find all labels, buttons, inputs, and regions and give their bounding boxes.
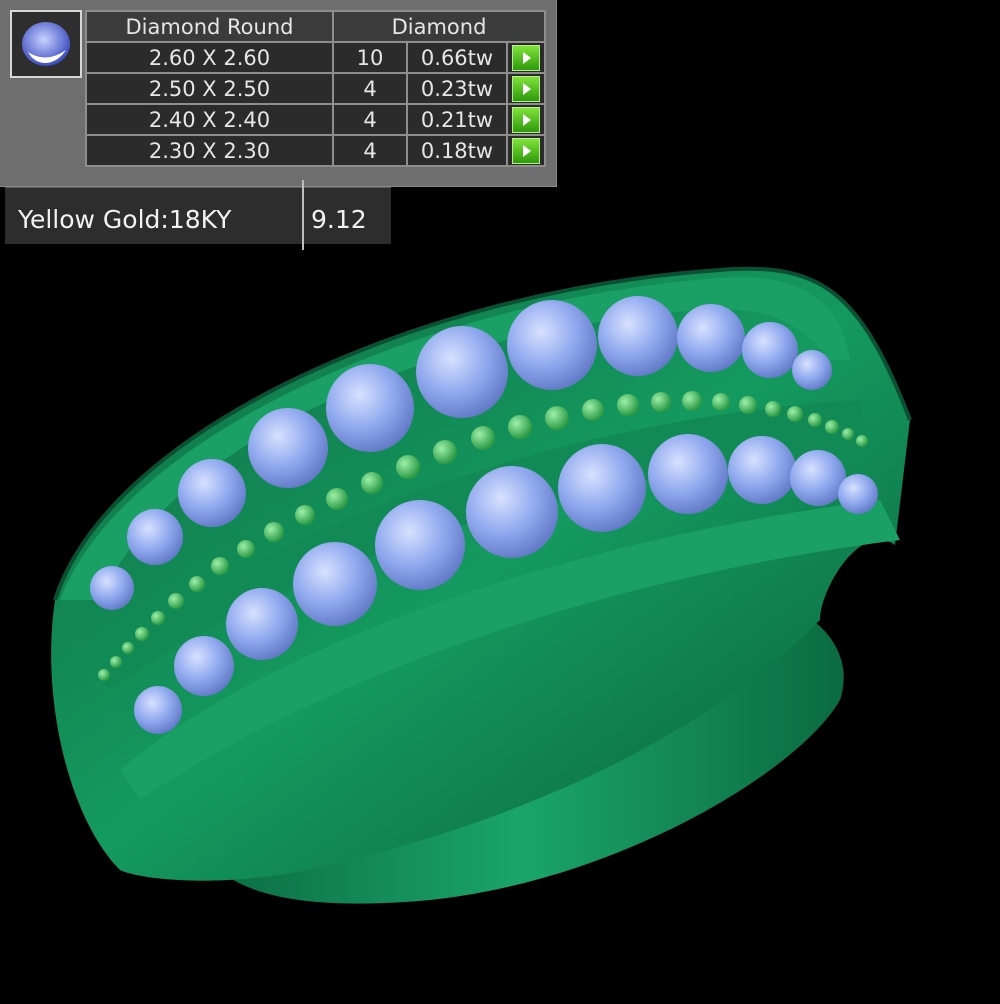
round-diamond-icon	[10, 10, 82, 78]
stone-count-cell: 4	[332, 103, 408, 136]
stone-count-cell: 4	[332, 72, 408, 105]
divider	[302, 180, 304, 250]
shape-header: Diamond Round	[85, 10, 334, 43]
metal-weight: 9.12	[311, 205, 367, 234]
metal-name: Yellow Gold:18KY	[18, 205, 232, 234]
stone-table: Diamond Round Diamond 2.60 X 2.60 10 0.6…	[85, 10, 546, 167]
stone-count-cell: 10	[332, 41, 408, 74]
stone-size-cell: 2.40 X 2.40	[85, 103, 334, 136]
play-arrow-icon[interactable]	[512, 106, 540, 133]
stone-size-cell: 2.50 X 2.50	[85, 72, 334, 105]
play-arrow-icon[interactable]	[512, 44, 540, 71]
table-row: 2.50 X 2.50 4 0.23tw	[85, 72, 546, 105]
stone-weight-cell: 0.21tw	[406, 103, 508, 136]
type-header: Diamond	[332, 10, 546, 43]
stone-size-cell: 2.30 X 2.30	[85, 134, 334, 167]
stone-count-cell: 4	[332, 134, 408, 167]
table-row: 2.60 X 2.60 10 0.66tw	[85, 41, 546, 74]
metal-info-bar: Yellow Gold:18KY 9.12	[5, 180, 391, 250]
stone-info-panel: Diamond Round Diamond 2.60 X 2.60 10 0.6…	[0, 0, 557, 187]
play-arrow-icon[interactable]	[512, 75, 540, 102]
stone-weight-cell: 0.23tw	[406, 72, 508, 105]
stone-weight-cell: 0.66tw	[406, 41, 508, 74]
play-arrow-icon[interactable]	[512, 137, 540, 164]
table-row: 2.40 X 2.40 4 0.21tw	[85, 103, 546, 136]
stone-weight-cell: 0.18tw	[406, 134, 508, 167]
ring-3d-view[interactable]	[0, 250, 1000, 1000]
table-row: 2.30 X 2.30 4 0.18tw	[85, 134, 546, 167]
stone-size-cell: 2.60 X 2.60	[85, 41, 334, 74]
